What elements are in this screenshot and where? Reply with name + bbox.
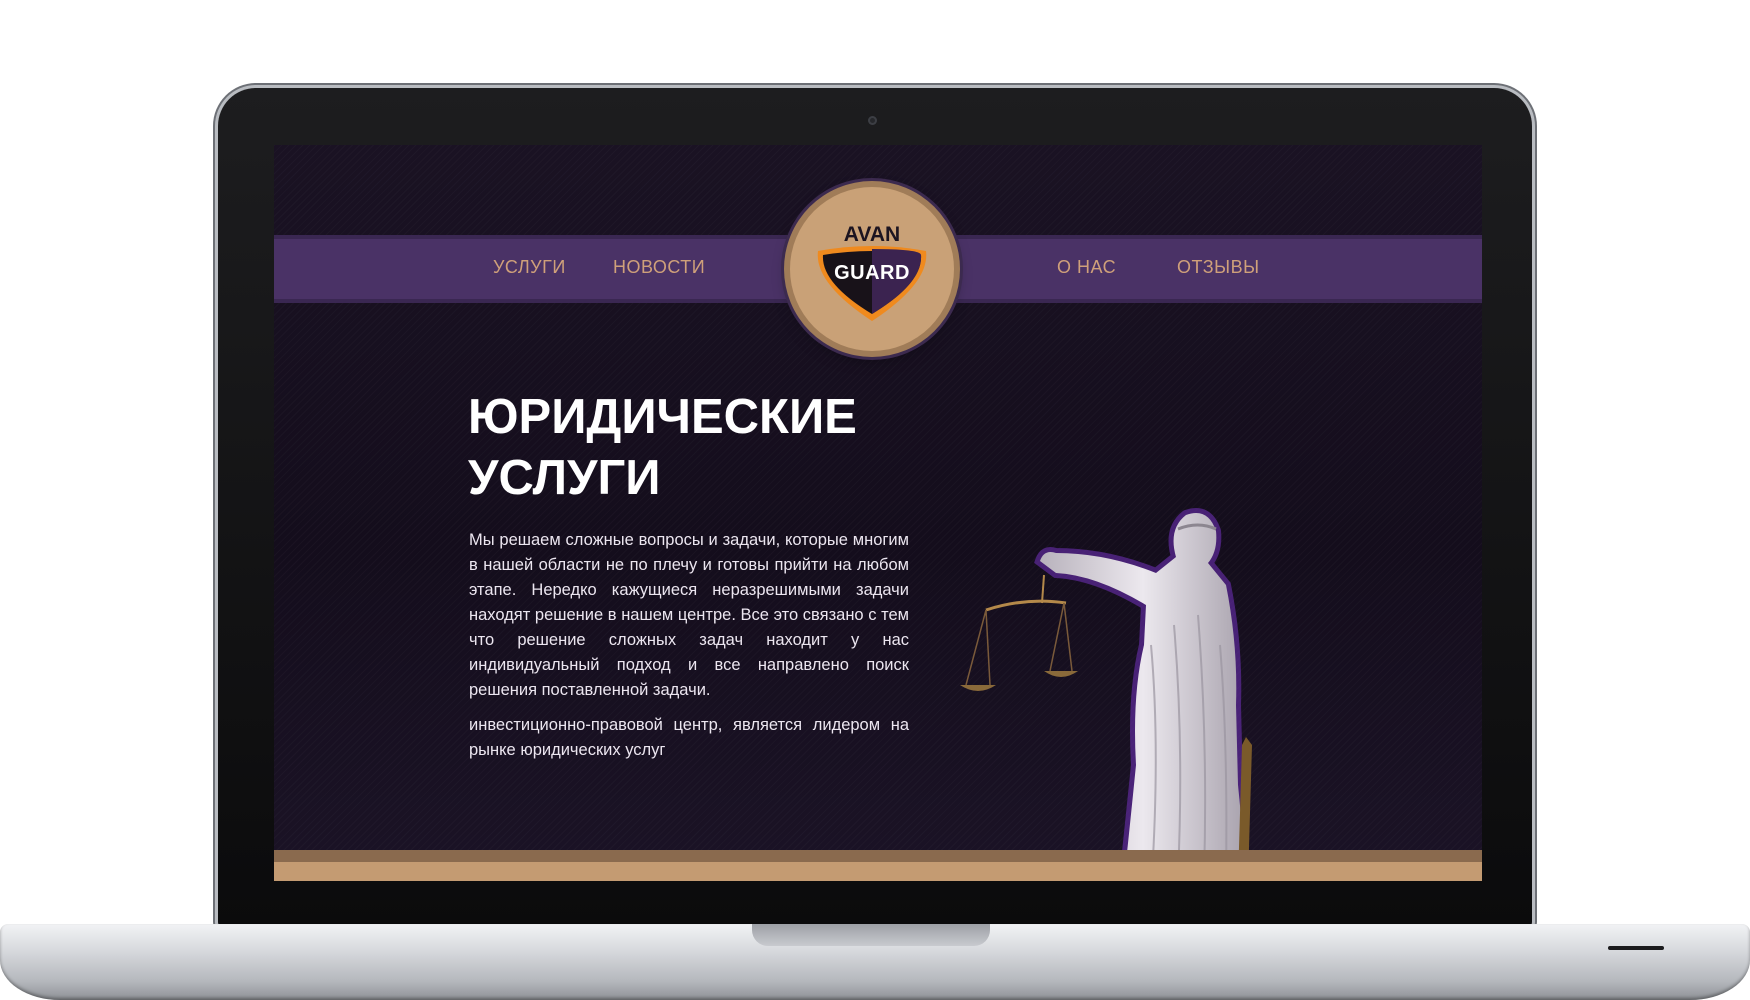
logo[interactable]: AVAN GUARD — [790, 187, 954, 351]
nav-item-o-nas[interactable]: О НАС — [1057, 257, 1116, 281]
footer-bar — [274, 862, 1482, 881]
hero-title-line-1: ЮРИДИЧЕСКИЕ — [468, 390, 857, 444]
logo-text-avan: AVAN — [843, 223, 901, 246]
website-screen: УСЛУГИ НОВОСТИ О НАС ОТЗЫВЫ AVAN GUARD Ю… — [274, 145, 1482, 881]
hero-title-line-2: УСЛУГИ — [468, 451, 661, 505]
camera-icon — [868, 116, 877, 125]
logo-text-guard: GUARD — [834, 262, 910, 284]
nav-item-novosti[interactable]: НОВОСТИ — [613, 257, 705, 281]
nav-item-otzyvy[interactable]: ОТЗЫВЫ — [1177, 257, 1260, 281]
hero-paragraph-1: Мы решаем сложные вопросы и задачи, кото… — [469, 531, 909, 699]
hero-paragraph-2: инвестиционно-правовой центр, является л… — [469, 716, 909, 759]
lady-justice-statue-icon — [960, 508, 1252, 881]
footer-bar-shadow — [274, 850, 1482, 862]
sleep-indicator-icon — [1608, 946, 1664, 950]
laptop-opening-notch — [752, 924, 990, 946]
hero-title: ЮРИДИЧЕСКИЕ УСЛУГИ — [468, 387, 928, 509]
nav-item-uslugi[interactable]: УСЛУГИ — [493, 257, 566, 281]
